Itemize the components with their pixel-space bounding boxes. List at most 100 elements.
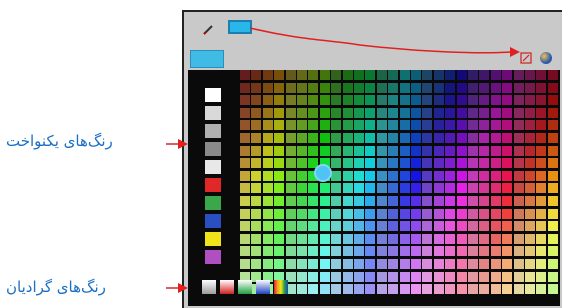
grid-swatch[interactable] bbox=[468, 221, 478, 232]
grid-swatch[interactable] bbox=[445, 208, 456, 219]
grid-swatch[interactable] bbox=[547, 271, 558, 282]
grid-swatch[interactable] bbox=[547, 133, 558, 143]
pencil-icon[interactable] bbox=[202, 24, 214, 36]
grid-swatch[interactable] bbox=[479, 120, 490, 131]
grid-swatch[interactable] bbox=[342, 158, 353, 169]
grid-swatch[interactable] bbox=[536, 95, 547, 106]
grid-swatch[interactable] bbox=[502, 246, 513, 257]
grid-swatch[interactable] bbox=[445, 70, 456, 80]
grid-swatch[interactable] bbox=[433, 208, 444, 219]
grid-swatch[interactable] bbox=[388, 284, 399, 295]
grid-swatch[interactable] bbox=[331, 107, 342, 118]
tab-custom[interactable] bbox=[230, 50, 274, 66]
grid-swatch[interactable] bbox=[365, 158, 376, 169]
grid-swatch[interactable] bbox=[354, 246, 364, 257]
grid-swatch[interactable] bbox=[422, 82, 433, 93]
grid-swatch[interactable] bbox=[376, 120, 387, 131]
grid-swatch[interactable] bbox=[411, 133, 421, 143]
grid-swatch[interactable] bbox=[262, 70, 273, 80]
grid-swatch[interactable] bbox=[445, 196, 456, 206]
grid-swatch[interactable] bbox=[388, 158, 399, 169]
grid-swatch[interactable] bbox=[456, 208, 467, 219]
grid-swatch[interactable] bbox=[479, 284, 490, 295]
grid-swatch[interactable] bbox=[354, 284, 364, 295]
grid-swatch[interactable] bbox=[422, 70, 433, 80]
grid-swatch[interactable] bbox=[251, 158, 262, 169]
grid-swatch[interactable] bbox=[388, 259, 399, 269]
grid-swatch[interactable] bbox=[319, 82, 330, 93]
grid-swatch[interactable] bbox=[274, 196, 285, 206]
grid-swatch[interactable] bbox=[376, 183, 387, 194]
grid-swatch[interactable] bbox=[502, 259, 513, 269]
grid-swatch[interactable] bbox=[262, 196, 273, 206]
grid-swatch[interactable] bbox=[433, 120, 444, 131]
grid-swatch[interactable] bbox=[388, 120, 399, 131]
grid-swatch[interactable] bbox=[468, 158, 478, 169]
grid-swatch[interactable] bbox=[513, 183, 524, 194]
grid-swatch[interactable] bbox=[433, 107, 444, 118]
grid-swatch[interactable] bbox=[422, 259, 433, 269]
grid-swatch[interactable] bbox=[376, 196, 387, 206]
grid-swatch[interactable] bbox=[525, 183, 535, 194]
grid-swatch[interactable] bbox=[240, 208, 250, 219]
grid-swatch[interactable] bbox=[399, 271, 410, 282]
grid-swatch[interactable] bbox=[319, 133, 330, 143]
grid-swatch[interactable] bbox=[502, 208, 513, 219]
grid-swatch[interactable] bbox=[297, 259, 307, 269]
grid-swatch[interactable] bbox=[342, 145, 353, 156]
grid-swatch[interactable] bbox=[240, 158, 250, 169]
grid-swatch[interactable] bbox=[433, 271, 444, 282]
grid-swatch[interactable] bbox=[354, 120, 364, 131]
grid-swatch[interactable] bbox=[445, 284, 456, 295]
gradient-swatch[interactable] bbox=[256, 280, 270, 294]
grid-swatch[interactable] bbox=[251, 233, 262, 244]
grid-swatch[interactable] bbox=[422, 133, 433, 143]
grid-swatch[interactable] bbox=[365, 233, 376, 244]
grid-swatch[interactable] bbox=[411, 284, 421, 295]
grid-swatch[interactable] bbox=[547, 107, 558, 118]
grid-swatch[interactable] bbox=[331, 284, 342, 295]
grid-swatch[interactable] bbox=[411, 196, 421, 206]
grid-swatch[interactable] bbox=[251, 95, 262, 106]
grid-swatch[interactable] bbox=[399, 221, 410, 232]
grid-swatch[interactable] bbox=[468, 284, 478, 295]
grid-swatch[interactable] bbox=[376, 259, 387, 269]
grid-swatch[interactable] bbox=[411, 233, 421, 244]
grid-swatch[interactable] bbox=[513, 95, 524, 106]
grid-swatch[interactable] bbox=[547, 158, 558, 169]
grid-swatch[interactable] bbox=[547, 70, 558, 80]
grid-swatch[interactable] bbox=[308, 120, 319, 131]
grid-swatch[interactable] bbox=[422, 196, 433, 206]
grid-swatch[interactable] bbox=[399, 170, 410, 181]
grid-swatch[interactable] bbox=[251, 196, 262, 206]
grid-swatch[interactable] bbox=[388, 170, 399, 181]
grid-swatch[interactable] bbox=[262, 208, 273, 219]
grid-swatch[interactable] bbox=[365, 183, 376, 194]
grid-swatch[interactable] bbox=[547, 183, 558, 194]
grid-swatch[interactable] bbox=[297, 95, 307, 106]
grid-swatch[interactable] bbox=[490, 284, 501, 295]
solid-swatch[interactable] bbox=[205, 106, 221, 120]
grid-swatch[interactable] bbox=[468, 183, 478, 194]
grid-swatch[interactable] bbox=[502, 183, 513, 194]
grid-swatch[interactable] bbox=[468, 70, 478, 80]
grid-swatch[interactable] bbox=[251, 145, 262, 156]
grid-swatch[interactable] bbox=[422, 221, 433, 232]
grid-swatch[interactable] bbox=[411, 145, 421, 156]
grid-swatch[interactable] bbox=[525, 259, 535, 269]
grid-swatch[interactable] bbox=[456, 95, 467, 106]
grid-swatch[interactable] bbox=[308, 183, 319, 194]
grid-swatch[interactable] bbox=[399, 133, 410, 143]
grid-swatch[interactable] bbox=[342, 120, 353, 131]
grid-swatch[interactable] bbox=[399, 259, 410, 269]
grid-swatch[interactable] bbox=[456, 196, 467, 206]
grid-swatch[interactable] bbox=[445, 107, 456, 118]
grid-swatch[interactable] bbox=[331, 259, 342, 269]
grid-swatch[interactable] bbox=[285, 158, 296, 169]
grid-swatch[interactable] bbox=[525, 107, 535, 118]
grid-swatch[interactable] bbox=[433, 70, 444, 80]
solid-swatch[interactable] bbox=[205, 232, 221, 246]
grid-swatch[interactable] bbox=[468, 246, 478, 257]
grid-swatch[interactable] bbox=[456, 183, 467, 194]
grid-swatch[interactable] bbox=[433, 221, 444, 232]
